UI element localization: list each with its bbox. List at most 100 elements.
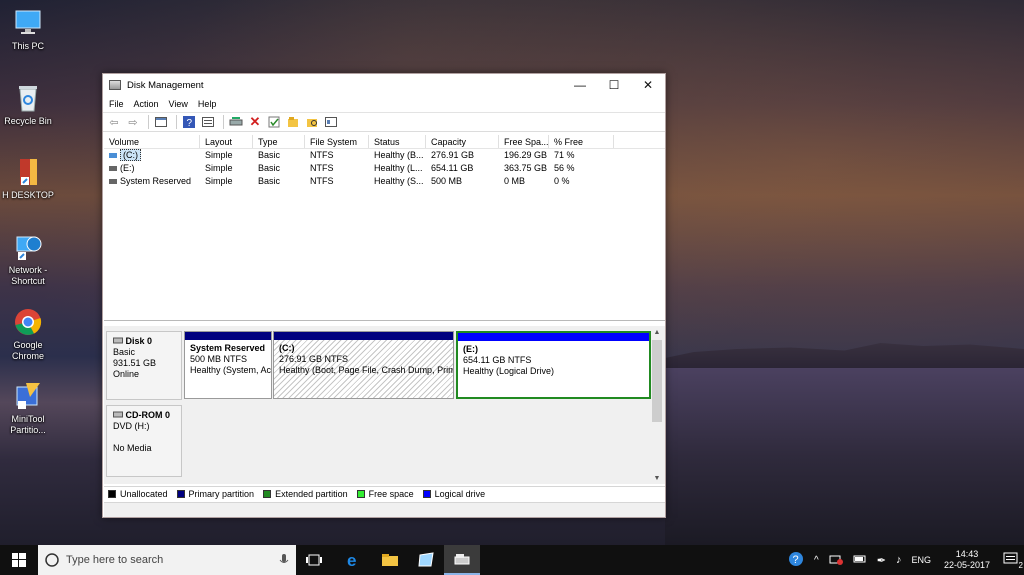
help-icon[interactable]: ? (181, 114, 197, 130)
disk-map-scrollbar[interactable]: ▲ ▼ (651, 328, 663, 484)
cdrom-0-label[interactable]: CD-ROM 0 DVD (H:) No Media (106, 405, 182, 477)
disk-map-pane: Disk 0 Basic 931.51 GB Online System Res… (104, 326, 665, 484)
desktop-icon-label: H DESKTOP (2, 190, 54, 200)
desktop-icon-google-chrome[interactable]: Google Chrome (2, 307, 54, 362)
desktop-icon-label: MiniTool Partitio... (10, 414, 46, 435)
column-header-free-space[interactable]: Free Spa... (499, 135, 549, 148)
desktop-icon-label: Network - Shortcut (8, 265, 48, 286)
new-folder-icon[interactable] (285, 114, 301, 130)
language-indicator[interactable]: ENG (911, 555, 931, 565)
desktop-icon-network-shortcut[interactable]: Network - Shortcut (2, 232, 54, 287)
details-icon[interactable] (323, 114, 339, 130)
delete-icon[interactable]: ✕ (247, 114, 263, 130)
pen-icon[interactable]: ✒ (877, 554, 886, 567)
desktop-icon-h-desktop[interactable]: H DESKTOP (2, 157, 54, 201)
disk-0-label[interactable]: Disk 0 Basic 931.51 GB Online (106, 331, 182, 400)
column-header-file-system[interactable]: File System (305, 135, 369, 148)
cell-file-system: NTFS (310, 150, 334, 160)
menu-bar: File Action View Help (103, 96, 665, 112)
drive-icon (109, 179, 117, 185)
scroll-up-icon[interactable]: ▲ (651, 328, 663, 338)
scrollbar-thumb[interactable] (652, 340, 662, 422)
clock[interactable]: 14:43 22-05-2017 (944, 549, 990, 571)
partition-body: (C:) 276.91 GB NTFS Healthy (Boot, Page … (274, 340, 453, 398)
store-icon[interactable] (408, 545, 444, 575)
help-tray-icon[interactable]: ? (788, 551, 804, 569)
cdrom-empty-area (183, 405, 649, 477)
checkmark-icon[interactable] (266, 114, 282, 130)
cell-status: Healthy (S... (374, 176, 424, 186)
svg-text:e: e (347, 551, 356, 569)
partition-e[interactable]: (E:) 654.11 GB NTFS Healthy (Logical Dri… (456, 331, 651, 399)
clock-date: 22-05-2017 (943, 560, 990, 570)
minimize-button[interactable]: — (563, 74, 597, 96)
column-header-percent-free[interactable]: % Free (549, 135, 614, 148)
legend-label-extended: Extended partition (275, 488, 348, 499)
start-button[interactable] (0, 545, 38, 575)
search-folder-icon[interactable] (304, 114, 320, 130)
partition-body: System Reserved 500 MB NTFS Healthy (Sys… (185, 340, 271, 398)
table-row[interactable]: (E:) Simple Basic NTFS Healthy (L... 654… (104, 162, 665, 175)
connect-drive-icon[interactable] (228, 114, 244, 130)
column-header-capacity[interactable]: Capacity (426, 135, 499, 148)
cdrom-state: No Media (113, 443, 152, 453)
primary-partition-band (185, 332, 271, 340)
column-header-type[interactable]: Type (253, 135, 305, 148)
cell-volume: (E:) (104, 162, 200, 175)
menu-action[interactable]: Action (134, 99, 159, 109)
network-tray-icon[interactable] (829, 553, 843, 567)
action-center-icon[interactable]: 2 (1003, 552, 1023, 570)
folder-shortcut-icon (12, 157, 44, 187)
minitool-icon (12, 381, 44, 411)
toolbar-separator (223, 115, 224, 129)
menu-file[interactable]: File (109, 99, 124, 109)
battery-icon[interactable] (853, 554, 867, 566)
system-tray: ? ^ ✒ ♪ ENG 14:43 22-05-2017 2 (783, 545, 1024, 575)
maximize-button[interactable]: ☐ (597, 74, 631, 96)
desktop-icon-label: Google Chrome (11, 340, 44, 361)
drive-icon (109, 153, 117, 159)
cdrom-kind: DVD (H:) (113, 421, 150, 431)
column-header-status[interactable]: Status (369, 135, 426, 148)
cell-layout: Simple (205, 176, 233, 186)
legend: Unallocated Primary partition Extended p… (104, 486, 665, 500)
desktop-icon-recycle-bin[interactable]: Recycle Bin (2, 83, 54, 127)
cell-layout: Simple (205, 150, 233, 160)
show-hidden-icons[interactable]: ^ (814, 555, 819, 566)
drive-icon (109, 166, 117, 172)
close-button[interactable]: ✕ (631, 74, 665, 96)
disk-name: Disk 0 (125, 336, 153, 346)
scroll-down-icon[interactable]: ▼ (651, 474, 663, 484)
title-bar[interactable]: Disk Management — ☐ ✕ (103, 74, 665, 96)
console-tree-icon[interactable] (153, 114, 169, 130)
back-icon[interactable]: ⇦ (106, 114, 122, 130)
menu-help[interactable]: Help (198, 99, 217, 109)
menu-view[interactable]: View (169, 99, 188, 109)
partition-c[interactable]: (C:) 276.91 GB NTFS Healthy (Boot, Page … (273, 331, 454, 399)
table-row[interactable]: (C:) Simple Basic NTFS Healthy (B... 276… (104, 149, 665, 162)
microphone-icon[interactable] (272, 552, 296, 568)
table-row[interactable]: System Reserved Simple Basic NTFS Health… (104, 175, 665, 188)
legend-swatch-primary (176, 489, 185, 498)
task-view-icon[interactable] (296, 545, 332, 575)
edge-icon[interactable]: e (336, 545, 372, 575)
partition-status: Healthy (Boot, Page File, Crash Dump, Pr… (279, 365, 453, 375)
desktop-lake (665, 368, 1024, 545)
desktop-icon-minitool[interactable]: MiniTool Partitio... (2, 381, 54, 436)
volume-icon[interactable]: ♪ (896, 554, 902, 566)
monitor-icon (12, 8, 44, 38)
taskbar-search-box[interactable]: Type here to search (38, 545, 296, 575)
column-header-volume[interactable]: Volume (104, 135, 200, 148)
properties-icon[interactable] (200, 114, 216, 130)
partition-system-reserved[interactable]: System Reserved 500 MB NTFS Healthy (Sys… (184, 331, 272, 399)
cell-layout: Simple (205, 163, 233, 173)
disk-icon (113, 337, 123, 344)
column-header-layout[interactable]: Layout (200, 135, 253, 148)
desktop-icon-this-pc[interactable]: This PC (2, 8, 54, 52)
cell-file-system: NTFS (310, 163, 334, 173)
cdrom-name: CD-ROM 0 (125, 410, 171, 420)
file-explorer-icon[interactable] (372, 545, 408, 575)
forward-icon[interactable]: ⇨ (125, 114, 141, 130)
logical-drive-band (458, 333, 649, 341)
disk-management-taskbar-icon[interactable] (444, 545, 480, 575)
